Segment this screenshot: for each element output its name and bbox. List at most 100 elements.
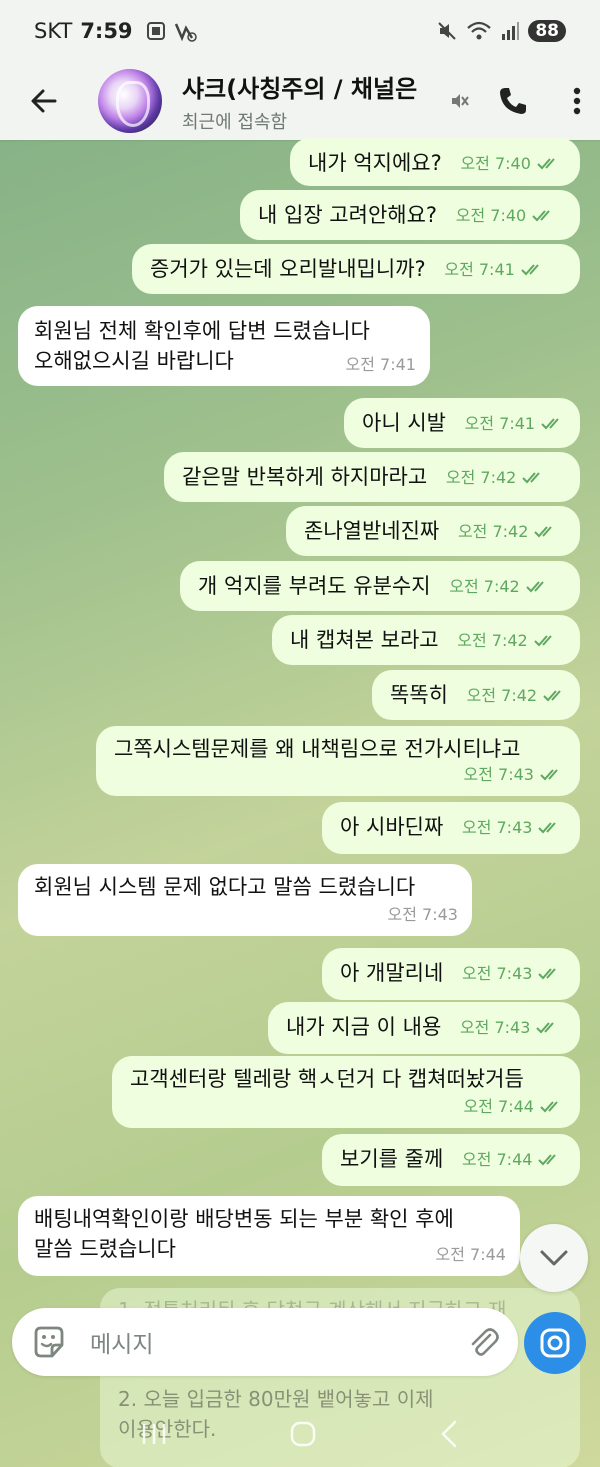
- home-icon[interactable]: [288, 1419, 318, 1449]
- read-checks-icon: [540, 769, 558, 781]
- message-text: 아 시바딘짜: [340, 815, 444, 839]
- read-checks-icon: [536, 1022, 555, 1034]
- screen-capture-icon: [146, 22, 165, 40]
- message-outgoing[interactable]: 증거가 있는데 오리발내밉니까? 오전 7:41: [132, 244, 580, 294]
- read-checks-icon: [532, 210, 550, 222]
- message-time: 오전 7:40: [460, 154, 531, 173]
- message-text: 개 억지를 부려도 유분수지: [198, 574, 431, 598]
- message-incoming[interactable]: 배팅내역확인이랑 배당변동 되는 부분 확인 후에 말씀 드렸습니다 오전 7:…: [18, 1196, 520, 1276]
- message-outgoing[interactable]: 보기를 줄께 오전 7:44: [322, 1134, 580, 1186]
- chat-status: 최근에 접속함: [182, 111, 288, 133]
- message-time: 오전 7:43: [387, 905, 458, 924]
- message-text: 배팅내역확인이랑 배당변동 되는 부분 확인 후에: [34, 1207, 454, 1231]
- notification-icon: [174, 23, 197, 42]
- message-outgoing[interactable]: 아니 시발 오전 7:41: [344, 398, 580, 448]
- message-outgoing[interactable]: 존나열받네진짜 오전 7:42: [286, 506, 580, 556]
- message-outgoing[interactable]: 내 입장 고려안해요? 오전 7:40: [240, 190, 580, 240]
- message-time: 오전 7:42: [466, 686, 538, 705]
- message-incoming[interactable]: 회원님 전체 확인후에 답변 드렸습니다 오해없으시길 바랍니다 오전 7:41: [18, 306, 430, 386]
- more-vertical-icon: [573, 87, 581, 115]
- message-time: 오전 7:42: [457, 522, 529, 541]
- message-input[interactable]: 메시지: [90, 1325, 466, 1359]
- message-outgoing[interactable]: 똑똑히 오전 7:42: [372, 670, 580, 720]
- message-text: 존나열받네진짜: [304, 519, 440, 543]
- message-time: 오전 7:41: [345, 355, 416, 374]
- chat-header: 샤크(사칭주의 / 채널은 최근에 접속함: [0, 62, 600, 140]
- message-outgoing[interactable]: 내가 억지에요? 오전 7:40: [290, 138, 580, 186]
- read-checks-icon: [522, 472, 541, 484]
- message-incoming[interactable]: 회원님 시스템 문제 없다고 말씀 드렸습니다 오전 7:43: [18, 864, 472, 936]
- sticker-icon[interactable]: [30, 1323, 68, 1361]
- message-text: 내 입장 고려안해요?: [258, 203, 438, 227]
- read-checks-icon: [541, 418, 559, 430]
- message-time: 오전 7:43: [461, 818, 533, 837]
- message-time: 오전 7:44: [463, 1097, 534, 1116]
- message-time: 오전 7:43: [461, 964, 533, 983]
- message-time: 오전 7:43: [459, 1018, 531, 1037]
- message-outgoing[interactable]: 같은말 반복하게 하지마라고 오전 7:42: [164, 452, 580, 502]
- message-text: 증거가 있는데 오리발내밉니까?: [150, 257, 426, 281]
- camera-icon: [540, 1328, 570, 1358]
- message-text: 회원님 시스템 문제 없다고 말씀 드렸습니다: [34, 875, 416, 899]
- mute-status-icon: [438, 22, 457, 40]
- read-checks-icon: [537, 158, 555, 170]
- more-options-button[interactable]: [567, 81, 587, 121]
- phone-icon: [500, 88, 526, 114]
- message-time: 오전 7:42: [457, 631, 528, 650]
- read-checks-icon: [534, 635, 552, 647]
- arrow-left-icon: [31, 89, 57, 113]
- message-text: 내가 지금 이 내용: [286, 1015, 442, 1039]
- back-button[interactable]: [24, 81, 64, 121]
- message-time: 오전 7:42: [445, 468, 517, 487]
- muted-icon: [452, 94, 469, 108]
- message-time: 오전 7:41: [444, 260, 515, 279]
- message-outgoing[interactable]: 개 억지를 부려도 유분수지 오전 7:42: [180, 561, 580, 611]
- message-text: 내 캡쳐본 보라고: [290, 628, 439, 652]
- message-composer: 메시지: [12, 1308, 518, 1376]
- message-text: 아 개말리네: [340, 961, 444, 985]
- message-time: 오전 7:44: [461, 1150, 533, 1169]
- message-time: 오전 7:41: [464, 414, 536, 433]
- read-checks-icon: [543, 690, 561, 702]
- message-time: 오전 7:44: [435, 1245, 506, 1264]
- message-outgoing[interactable]: 내가 지금 이 내용 오전 7:43: [268, 1002, 580, 1054]
- message-text: 내가 억지에요?: [308, 151, 442, 175]
- scroll-to-bottom-button[interactable]: [520, 1224, 588, 1292]
- message-outgoing[interactable]: 아 시바딘짜 오전 7:43: [322, 802, 580, 854]
- battery-indicator: 88: [528, 20, 566, 42]
- carrier-label: SKT: [34, 19, 73, 43]
- call-button[interactable]: [493, 81, 533, 121]
- paperclip-icon[interactable]: [466, 1325, 500, 1359]
- clock: 7:59: [80, 19, 133, 43]
- recent-apps-icon[interactable]: [139, 1421, 169, 1447]
- chat-info[interactable]: 샤크(사칭주의 / 채널은 최근에 접속함: [182, 69, 447, 134]
- status-bar: SKT 7:59 88: [0, 0, 600, 62]
- message-text: 같은말 반복하게 하지마라고: [182, 465, 428, 489]
- message-text: 말씀 드렸습니다: [34, 1237, 176, 1261]
- read-checks-icon: [521, 264, 539, 276]
- chat-title: 샤크(사칭주의 / 채널은: [182, 74, 418, 103]
- read-checks-icon: [538, 1154, 557, 1166]
- system-nav-bar: [0, 1400, 600, 1467]
- back-nav-icon[interactable]: [437, 1419, 461, 1449]
- chevron-down-icon: [540, 1250, 568, 1266]
- message-time: 오전 7:43: [463, 765, 534, 784]
- message-time: 오전 7:42: [449, 577, 520, 596]
- read-checks-icon: [534, 526, 553, 538]
- avatar[interactable]: [98, 69, 162, 133]
- read-checks-icon: [525, 581, 544, 593]
- read-checks-icon: [540, 1101, 558, 1113]
- message-outgoing[interactable]: 아 개말리네 오전 7:43: [322, 948, 580, 1000]
- message-outgoing[interactable]: 그쪽시스템문제를 왜 내책림으로 전가시티냐고 오전 7:43: [96, 726, 580, 796]
- signal-icon: [502, 22, 520, 40]
- message-text: 똑똑히: [390, 683, 448, 707]
- message-outgoing[interactable]: 고객센터랑 텔레랑 핵ㅅ던거 다 캡쳐떠놨거듬 오전 7:44: [112, 1056, 580, 1128]
- camera-button[interactable]: [524, 1312, 586, 1374]
- message-time: 오전 7:40: [455, 206, 527, 225]
- message-text: 회원님 전체 확인후에 답변 드렸습니다: [34, 319, 370, 343]
- read-checks-icon: [538, 968, 557, 980]
- message-text: 고객센터랑 텔레랑 핵ㅅ던거 다 캡쳐떠놨거듬: [130, 1067, 524, 1091]
- message-text: 아니 시발: [362, 411, 446, 435]
- wifi-icon: [467, 21, 492, 40]
- message-outgoing[interactable]: 내 캡쳐본 보라고 오전 7:42: [272, 615, 580, 665]
